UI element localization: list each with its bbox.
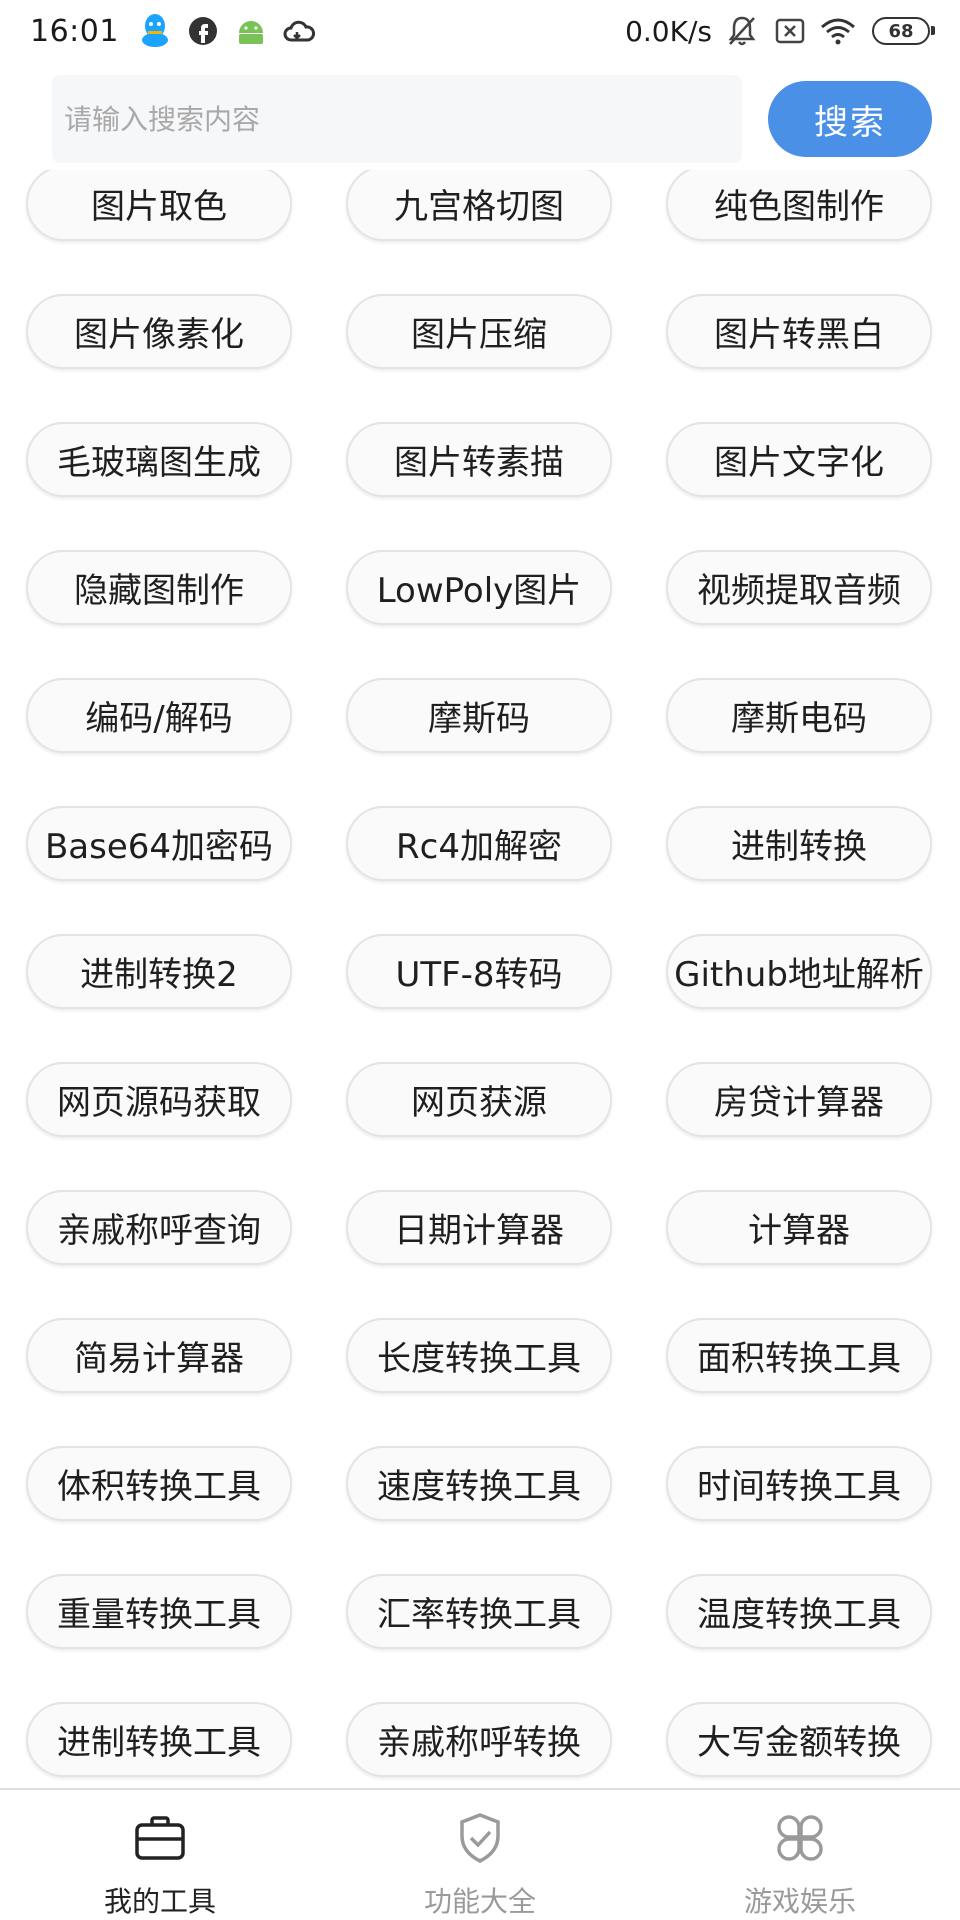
tool-button[interactable]: 计算器 (666, 1190, 932, 1265)
shield-check-icon (453, 1812, 507, 1864)
qq-icon (137, 13, 173, 49)
tool-button[interactable]: 纯色图制作 (666, 170, 932, 241)
tool-button[interactable]: 网页获源 (346, 1062, 612, 1137)
tool-button[interactable]: 亲戚称呼查询 (26, 1190, 292, 1265)
tool-button[interactable]: LowPoly图片 (346, 550, 612, 625)
net-speed: 0.0K/s (625, 14, 712, 48)
tool-button[interactable]: 面积转换工具 (666, 1318, 932, 1393)
nav-label: 我的工具 (103, 1885, 216, 1918)
tool-button[interactable]: 房贷计算器 (666, 1062, 932, 1137)
tool-button[interactable]: 隐藏图制作 (26, 550, 292, 625)
tool-button[interactable]: 大写金额转换 (666, 1702, 932, 1777)
tool-button[interactable]: Github地址解析 (666, 934, 932, 1009)
nav-tab-my-tools[interactable]: 我的工具 (0, 1790, 320, 1920)
nav-label: 功能大全 (423, 1885, 536, 1918)
tool-button[interactable]: 体积转换工具 (26, 1446, 292, 1521)
tool-button[interactable]: 图片取色 (26, 170, 292, 241)
tool-button[interactable]: 进制转换工具 (26, 1702, 292, 1777)
tool-button[interactable]: 亲戚称呼转换 (346, 1702, 612, 1777)
search-input[interactable] (52, 75, 742, 163)
tool-button[interactable]: 进制转换2 (26, 934, 292, 1009)
nav-label: 游戏娱乐 (743, 1885, 856, 1918)
tool-button[interactable]: 图片转黑白 (666, 294, 932, 369)
tool-button[interactable]: 图片压缩 (346, 294, 612, 369)
tool-button[interactable]: 长度转换工具 (346, 1318, 612, 1393)
tool-button[interactable]: Rc4加解密 (346, 806, 612, 881)
tools-scroll-area[interactable]: 图片取色 九宫格切图 纯色图制作 图片像素化 图片压缩 图片转黑白 毛玻璃图生成… (0, 170, 960, 1788)
tool-button[interactable]: 图片文字化 (666, 422, 932, 497)
sim-off-icon (772, 13, 808, 49)
nav-tab-games[interactable]: 游戏娱乐 (640, 1790, 960, 1920)
toolbox-icon (133, 1812, 187, 1864)
tool-button[interactable]: 进制转换 (666, 806, 932, 881)
tool-button[interactable]: 图片转素描 (346, 422, 612, 497)
facebook-icon (185, 13, 221, 49)
tool-button[interactable]: 温度转换工具 (666, 1574, 932, 1649)
tool-button[interactable]: 时间转换工具 (666, 1446, 932, 1521)
tool-button[interactable]: 编码/解码 (26, 678, 292, 753)
tool-button[interactable]: 毛玻璃图生成 (26, 422, 292, 497)
bell-off-icon (724, 13, 760, 49)
tool-button[interactable]: 网页源码获取 (26, 1062, 292, 1137)
android-icon (233, 13, 269, 49)
tool-button[interactable]: 九宫格切图 (346, 170, 612, 241)
tool-button[interactable]: 摩斯码 (346, 678, 612, 753)
tools-grid: 图片取色 九宫格切图 纯色图制作 图片像素化 图片压缩 图片转黑白 毛玻璃图生成… (26, 170, 936, 1777)
wifi-icon (820, 13, 856, 49)
search-row: 搜索 (52, 75, 932, 165)
tool-button[interactable]: Base64加密码 (26, 806, 292, 881)
tool-button[interactable]: 图片像素化 (26, 294, 292, 369)
status-bar: 16:01 0.0K/s 68 (0, 0, 960, 62)
tool-button[interactable]: 简易计算器 (26, 1318, 292, 1393)
status-left: 16:01 (30, 13, 329, 49)
tool-button[interactable]: 视频提取音频 (666, 550, 932, 625)
battery-icon: 68 (872, 17, 935, 45)
tool-button[interactable]: 摩斯电码 (666, 678, 932, 753)
search-button[interactable]: 搜索 (768, 81, 932, 157)
tool-button[interactable]: 速度转换工具 (346, 1446, 612, 1521)
grid-flower-icon (773, 1812, 827, 1864)
tool-button[interactable]: 日期计算器 (346, 1190, 612, 1265)
bottom-nav: 我的工具 功能大全 游戏娱乐 (0, 1788, 960, 1920)
status-time: 16:01 (30, 13, 119, 49)
tool-button[interactable]: 重量转换工具 (26, 1574, 292, 1649)
status-right: 0.0K/s 68 (625, 13, 935, 49)
tool-button[interactable]: 汇率转换工具 (346, 1574, 612, 1649)
tool-button[interactable]: UTF-8转码 (346, 934, 612, 1009)
cloud-icon (281, 13, 317, 49)
nav-tab-all-features[interactable]: 功能大全 (320, 1790, 640, 1920)
